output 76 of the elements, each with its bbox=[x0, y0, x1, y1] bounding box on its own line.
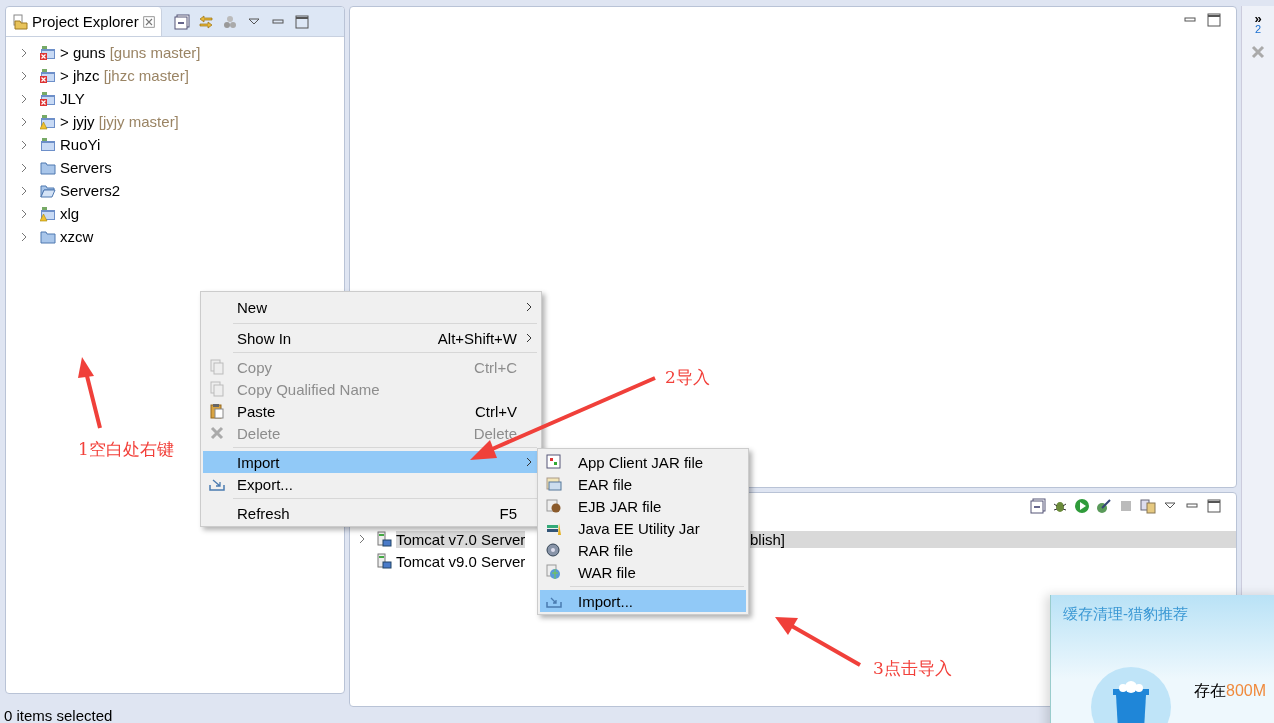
project-explorer-tab[interactable]: Project Explorer bbox=[6, 7, 162, 36]
annotation-label: 1空白处右键 bbox=[78, 438, 174, 461]
popup-message: 存在800M bbox=[1194, 681, 1267, 701]
folder-icon bbox=[40, 228, 56, 245]
menu-item[interactable]: Export... bbox=[203, 473, 539, 495]
menu-item[interactable]: App Client JAR file bbox=[540, 451, 746, 473]
project-warning-icon bbox=[40, 113, 56, 130]
menu-item[interactable]: Import bbox=[203, 451, 539, 473]
globe-icon bbox=[546, 564, 562, 580]
bean-jar-icon bbox=[546, 498, 562, 514]
tree-item[interactable]: JLY bbox=[20, 87, 344, 110]
expand-icon[interactable] bbox=[20, 208, 28, 219]
folder-icon bbox=[40, 159, 56, 176]
folder-icon bbox=[40, 182, 56, 199]
annotation-label: 2导入 bbox=[665, 366, 710, 389]
run-icon[interactable] bbox=[1074, 498, 1090, 514]
expand-icon[interactable] bbox=[20, 139, 28, 150]
delete-icon bbox=[209, 425, 225, 441]
expand-icon[interactable] bbox=[20, 185, 28, 196]
link-arrows-icon[interactable] bbox=[197, 13, 214, 30]
folder-icon bbox=[12, 13, 28, 30]
server-name[interactable]: Tomcat v9.0 Server bbox=[396, 552, 526, 570]
tree-item[interactable]: Servers2 bbox=[20, 179, 344, 202]
tree-item[interactable]: xlg bbox=[20, 202, 344, 225]
menu-item[interactable]: Java EE Utility Jar bbox=[540, 517, 746, 539]
tree-item[interactable]: > jhzc [jhzc master] bbox=[20, 64, 344, 87]
expand-icon[interactable] bbox=[20, 93, 28, 104]
menu-item[interactable]: Import... bbox=[540, 590, 746, 612]
collapse-all-icon[interactable] bbox=[173, 13, 190, 30]
menu-item[interactable]: WAR file bbox=[540, 561, 746, 583]
project-warning-icon bbox=[40, 205, 56, 222]
menu-item[interactable]: New bbox=[203, 294, 539, 320]
server-name[interactable]: Tomcat v7.0 Server bbox=[396, 530, 526, 548]
clipboard-icon bbox=[209, 403, 225, 419]
disc-icon bbox=[546, 542, 562, 558]
tree-item[interactable]: > jyjy [jyjy master] bbox=[20, 110, 344, 133]
project-error-icon bbox=[40, 67, 56, 84]
server-icon bbox=[376, 553, 392, 569]
maximize-icon[interactable] bbox=[293, 13, 310, 30]
expand-icon[interactable] bbox=[20, 116, 28, 127]
annotation-label: 3点击导入 bbox=[873, 657, 952, 680]
close-icon[interactable] bbox=[142, 15, 155, 28]
annotation-arrow bbox=[78, 357, 102, 429]
menu-item[interactable]: EJB JAR file bbox=[540, 495, 746, 517]
menu-item[interactable]: Paste Ctrl+V bbox=[203, 400, 539, 422]
server-icon bbox=[376, 531, 392, 547]
menu-item[interactable]: Show In Alt+Shift+W bbox=[203, 327, 539, 349]
publish-icon[interactable] bbox=[1140, 498, 1156, 514]
tree-item[interactable]: Servers bbox=[20, 156, 344, 179]
project-error-icon bbox=[40, 44, 56, 61]
copy-icon bbox=[209, 359, 225, 375]
tree-item[interactable]: > guns [guns master] bbox=[20, 41, 344, 64]
profile-icon[interactable] bbox=[1096, 498, 1112, 514]
filter-icon[interactable] bbox=[221, 13, 238, 30]
expand-icon[interactable] bbox=[20, 47, 28, 58]
project-error-icon bbox=[40, 90, 56, 107]
trash-bin-icon bbox=[1091, 667, 1171, 723]
maximize-icon[interactable] bbox=[1206, 498, 1222, 514]
more-views-button[interactable]: » 2 bbox=[1254, 14, 1262, 34]
copy-icon bbox=[209, 381, 225, 397]
maximize-icon[interactable] bbox=[1206, 12, 1222, 28]
expand-icon[interactable] bbox=[20, 70, 28, 81]
expand-icon[interactable] bbox=[20, 162, 28, 173]
menu-item[interactable]: RAR file bbox=[540, 539, 746, 561]
server-status: blish] bbox=[750, 530, 1236, 548]
popup-title: 缓存清理-猎豹推荐 bbox=[1063, 605, 1188, 624]
tree-item[interactable]: xzcw bbox=[20, 225, 344, 248]
application-icon bbox=[546, 454, 562, 470]
expand-icon[interactable] bbox=[20, 231, 28, 242]
collapse-all-icon[interactable] bbox=[1030, 498, 1046, 514]
menu-item[interactable]: EAR file bbox=[540, 473, 746, 495]
tree-item[interactable]: RuoYi bbox=[20, 133, 344, 156]
project-icon bbox=[40, 136, 56, 153]
menu-item[interactable]: Refresh F5 bbox=[203, 502, 539, 524]
archive-icon bbox=[546, 476, 562, 492]
expand-icon[interactable] bbox=[358, 534, 366, 544]
